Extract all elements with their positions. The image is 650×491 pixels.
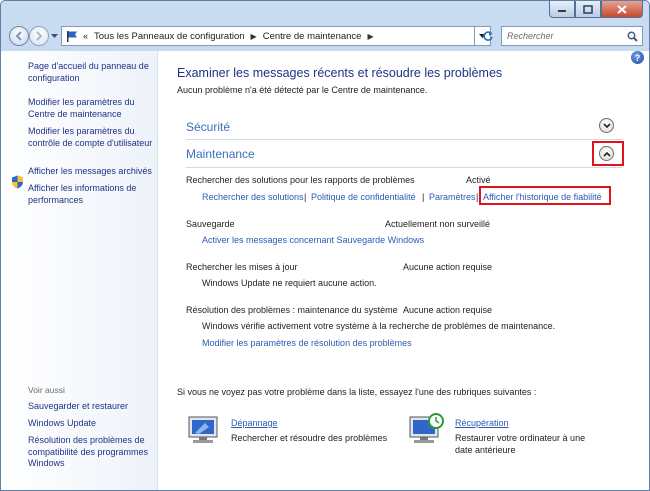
- uac-shield-icon: [12, 175, 23, 189]
- breadcrumb-action-center[interactable]: Centre de maintenance: [263, 31, 362, 42]
- search-icon[interactable]: [627, 31, 638, 42]
- check-solutions-link[interactable]: Rechercher des solutions: [202, 192, 304, 202]
- breadcrumb-separator-icon[interactable]: ▶: [367, 32, 373, 41]
- privacy-policy-link[interactable]: Politique de confidentialité: [311, 192, 416, 202]
- refresh-icon: [483, 31, 493, 41]
- close-icon: [617, 4, 627, 14]
- backup-messages-link[interactable]: Activer les messages concernant Sauvegar…: [202, 235, 424, 245]
- link-separator: |: [422, 192, 425, 202]
- page-subtitle: Aucun problème n'a été détecté par le Ce…: [177, 85, 428, 95]
- arrow-left-icon: [15, 31, 22, 41]
- search-input[interactable]: [507, 31, 625, 41]
- address-bar[interactable]: « Tous les Panneaux de configuration ▶ C…: [61, 26, 475, 46]
- maintenance-section-header[interactable]: Maintenance: [186, 147, 255, 161]
- sidebar-link-archived-messages[interactable]: Afficher les messages archivés: [28, 166, 154, 178]
- window-controls: [549, 1, 643, 19]
- sidebar-link-control-panel-home[interactable]: Page d'accueil du panneau de configurati…: [28, 61, 154, 84]
- troubleshooting-icon[interactable]: [187, 415, 221, 445]
- backup-status: Actuellement non surveillé: [385, 219, 491, 229]
- arrow-right-icon: [36, 31, 43, 41]
- related-topics-title: Si vous ne voyez pas votre problème dans…: [177, 387, 537, 397]
- recent-pages-dropdown[interactable]: [50, 32, 58, 40]
- close-button[interactable]: [601, 1, 643, 18]
- troubleshoot-status: Aucune action requise: [403, 305, 493, 315]
- backup-label: Sauvegarde: [186, 219, 235, 229]
- link-separator: |: [476, 192, 479, 202]
- see-also-windows-update[interactable]: Windows Update: [28, 418, 154, 430]
- updates-label: Rechercher les mises à jour: [186, 262, 298, 272]
- breadcrumb-all-control-panel[interactable]: Tous les Panneaux de configuration: [94, 31, 245, 42]
- chevron-down-icon: [602, 122, 611, 128]
- page-title: Examiner les messages récents et résoudr…: [177, 66, 503, 80]
- chevron-down-icon: [50, 33, 58, 38]
- back-button[interactable]: [9, 26, 29, 46]
- maintenance-header-label: Maintenance: [186, 147, 255, 161]
- sidebar-link-action-center-settings[interactable]: Modifier les paramètres du Centre de mai…: [28, 97, 154, 120]
- sidebar-link-uac-settings[interactable]: Modifier les paramètres du contrôle de c…: [28, 126, 154, 149]
- chevron-up-icon: [602, 151, 611, 157]
- troubleshoot-settings-link[interactable]: Modifier les paramètres de résolution de…: [202, 338, 412, 348]
- security-section-divider: [186, 139, 623, 140]
- help-icon[interactable]: ?: [631, 51, 644, 64]
- settings-link[interactable]: Paramètres: [429, 192, 476, 202]
- maintenance-section-divider: [186, 167, 623, 168]
- see-also-backup-restore[interactable]: Sauvegarder et restaurer: [28, 401, 154, 413]
- link-separator: |: [304, 192, 307, 202]
- solutions-status: Activé: [466, 175, 491, 185]
- solutions-label: Rechercher des solutions pour les rappor…: [186, 175, 415, 185]
- recovery-link[interactable]: Récupération: [455, 418, 509, 428]
- maximize-button[interactable]: [575, 1, 601, 18]
- maintenance-collapse-button[interactable]: [599, 146, 614, 161]
- forward-button[interactable]: [29, 26, 49, 46]
- maximize-icon: [583, 4, 593, 14]
- minimize-button[interactable]: [549, 1, 575, 18]
- minimize-icon: [558, 10, 566, 12]
- troubleshooting-link[interactable]: Dépannage: [231, 418, 278, 428]
- breadcrumb-overflow-icon[interactable]: «: [83, 31, 88, 41]
- sidebar-link-performance-info[interactable]: Afficher les informations de performance…: [28, 183, 154, 206]
- updates-description: Windows Update ne requiert aucune action…: [202, 278, 377, 288]
- reliability-history-link[interactable]: Afficher l'historique de fiabilité: [483, 192, 602, 202]
- security-expand-button[interactable]: [599, 118, 614, 133]
- search-box[interactable]: [501, 26, 643, 46]
- refresh-button[interactable]: [477, 26, 499, 46]
- security-header-label: Sécurité: [186, 120, 231, 134]
- updates-status: Aucune action requise: [403, 262, 493, 272]
- recovery-icon[interactable]: [408, 411, 448, 445]
- security-section-header[interactable]: Sécurité: [186, 120, 230, 134]
- troubleshooting-description: Rechercher et résoudre des problèmes: [231, 433, 388, 443]
- see-also-compatibility-troubleshooter[interactable]: Résolution des problèmes de compatibilit…: [28, 435, 154, 470]
- troubleshoot-label: Résolution des problèmes : maintenance d…: [186, 305, 398, 315]
- breadcrumb-separator-icon[interactable]: ▶: [251, 32, 257, 41]
- main-content-pane: ? Examiner les messages récents et résou…: [158, 51, 649, 490]
- see-also-header: Voir aussi: [28, 385, 65, 395]
- left-navigation-pane: Page d'accueil du panneau de configurati…: [1, 51, 158, 490]
- recovery-description: Restaurer votre ordinateur à une date an…: [455, 433, 586, 455]
- control-panel-flag-icon: [67, 31, 77, 42]
- troubleshoot-description: Windows vérifie activement votre système…: [202, 321, 556, 331]
